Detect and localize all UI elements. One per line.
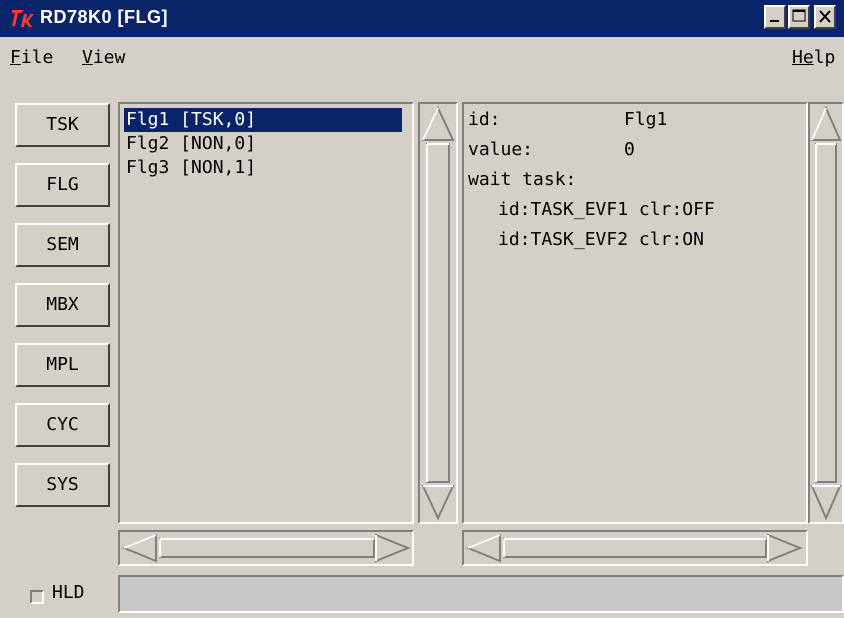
menu-file-accel: F [10, 47, 21, 68]
status-bar [118, 575, 844, 613]
flg-button[interactable]: FLG [15, 163, 110, 207]
close-icon [819, 10, 831, 23]
tk-logo-icon [12, 10, 34, 27]
app-window: RD78K0 [FLG] File View Help TSK FLG SEM … [0, 0, 844, 618]
detail-wait-task-1: id:TASK_EVF1 clr:OFF [498, 199, 715, 220]
menu-view[interactable]: View [82, 47, 125, 68]
detail-value-value: 0 [624, 139, 635, 160]
flag-list-hscrollbar[interactable] [118, 530, 414, 566]
flag-list-vscroll-graphics [421, 105, 455, 521]
scroll-down-arrow-icon[interactable] [421, 485, 455, 521]
mbx-button[interactable]: MBX [15, 283, 110, 327]
cyc-button[interactable]: CYC [15, 403, 110, 447]
close-button[interactable] [814, 5, 836, 29]
flag-detail-panel[interactable]: id: Flg1 value: 0 wait task: id:TASK_EVF… [462, 102, 808, 524]
menu-view-label: iew [92, 47, 126, 68]
flag-list-vscroll-thumb[interactable] [426, 143, 450, 483]
flag-list[interactable]: Flg1 [TSK,0] Flg2 [NON,0] Flg3 [NON,1] [118, 102, 414, 524]
menu-help-label: lp [813, 47, 836, 68]
list-item-flg2[interactable]: Flg2 [NON,0] [124, 132, 258, 156]
detail-vscrollbar[interactable] [808, 102, 844, 524]
list-item-flg1[interactable]: Flg1 [TSK,0] [124, 108, 402, 132]
menu-help[interactable]: Help [792, 47, 835, 68]
detail-wait-label: wait task: [468, 169, 577, 190]
sem-button[interactable]: SEM [15, 223, 110, 267]
detail-scroll-down-arrow-icon[interactable] [810, 485, 842, 521]
scroll-right-arrow-icon[interactable] [375, 533, 411, 563]
tsk-button[interactable]: TSK [15, 103, 110, 147]
detail-vscroll-thumb[interactable] [815, 143, 837, 483]
detail-hscrollbar[interactable] [462, 530, 808, 566]
detail-hscroll-graphics [465, 533, 803, 563]
menu-help-accel: He [792, 47, 814, 68]
flag-list-hscroll-graphics [121, 533, 411, 563]
detail-id-label: id: [468, 109, 501, 130]
hld-label[interactable]: HLD [52, 582, 85, 603]
scroll-left-arrow-icon[interactable] [121, 533, 157, 563]
hld-checkbox[interactable] [30, 590, 44, 604]
maximize-icon [792, 9, 806, 22]
scroll-up-arrow-icon[interactable] [421, 105, 455, 141]
list-item-flg3[interactable]: Flg3 [NON,1] [124, 156, 258, 180]
detail-id-value: Flg1 [624, 109, 668, 130]
maximize-button[interactable] [788, 5, 810, 29]
window-title: RD78K0 [FLG] [40, 7, 169, 27]
detail-vscroll-graphics [810, 105, 842, 521]
minimize-icon [770, 20, 779, 22]
flag-list-vscrollbar[interactable] [418, 102, 458, 524]
title-bar[interactable]: RD78K0 [FLG] [0, 0, 844, 37]
detail-scroll-right-arrow-icon[interactable] [767, 533, 803, 563]
mpl-button[interactable]: MPL [15, 343, 110, 387]
minimize-button[interactable] [764, 5, 786, 29]
menu-file-label: ile [20, 47, 54, 68]
detail-value-label: value: [468, 139, 534, 160]
sys-button[interactable]: SYS [15, 463, 110, 507]
detail-hscroll-thumb[interactable] [503, 538, 767, 558]
detail-wait-task-2: id:TASK_EVF2 clr:ON [498, 229, 704, 250]
menu-bar: File View Help [0, 37, 844, 75]
menu-view-accel: V [82, 47, 93, 68]
detail-scroll-left-arrow-icon[interactable] [465, 533, 501, 563]
menu-file[interactable]: File [10, 47, 53, 68]
flag-list-hscroll-thumb[interactable] [159, 538, 375, 558]
detail-scroll-up-arrow-icon[interactable] [810, 105, 842, 141]
